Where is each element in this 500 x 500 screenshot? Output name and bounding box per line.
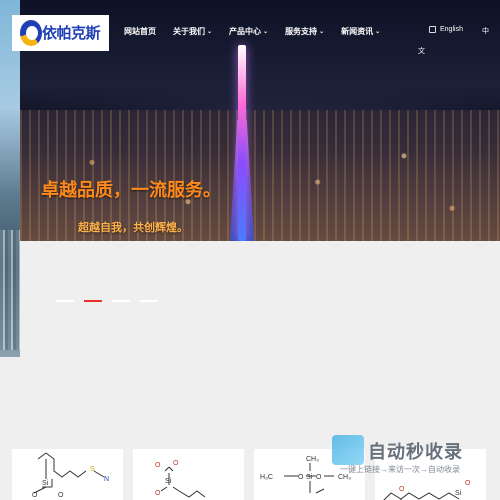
language-english[interactable]: English [429, 26, 463, 33]
language-chinese-part2[interactable]: 文 [418, 46, 425, 56]
language-icon [429, 26, 436, 33]
nav-item-products[interactable]: 产品中心 ⌄ [229, 26, 268, 37]
svg-text:O: O [316, 474, 322, 481]
svg-text:H₃C: H₃C [260, 474, 273, 481]
nav-item-about[interactable]: 关于我们 ⌄ [173, 26, 212, 37]
svg-text:Si: Si [42, 480, 49, 487]
svg-text:O: O [465, 480, 471, 487]
svg-text:N: N [104, 476, 109, 483]
nav-item-label: 产品中心 [229, 27, 262, 36]
chemical-structure-image: O O Si O [155, 460, 206, 498]
logo-icon [20, 20, 42, 46]
svg-text:Si: Si [455, 490, 462, 497]
svg-text:O: O [58, 492, 64, 499]
svg-text:CH₃: CH₃ [306, 456, 319, 463]
slider-pagination [56, 300, 168, 302]
svg-text:Si: Si [306, 474, 313, 481]
nav-item-news[interactable]: 新闻资讯 ⌄ [341, 26, 380, 37]
product-card[interactable]: Si O O S N [12, 449, 123, 500]
nav-item-label: 网站首页 [124, 27, 156, 36]
tv-tower [238, 45, 246, 241]
svg-text:O: O [173, 460, 179, 467]
svg-text:O: O [32, 492, 38, 499]
nav-item-home[interactable]: 网站首页 [124, 26, 156, 37]
svg-text:O: O [155, 462, 161, 469]
slider-dot[interactable] [140, 300, 158, 302]
chevron-down-icon: ⌄ [319, 29, 325, 35]
side-background-image [0, 0, 20, 357]
language-english-label: English [440, 26, 463, 33]
svg-text:O: O [399, 486, 405, 493]
watermark-subtitle: 一键上链接→来访一次→自动收录 [340, 465, 460, 474]
hero-sub-slogan: 超越自我，共创辉煌。 [78, 222, 188, 234]
nav-item-label: 服务支持 [285, 27, 318, 36]
main-nav: 网站首页 关于我们 ⌄ 产品中心 ⌄ 服务支持 ⌄ 新闻资讯 ⌄ [124, 26, 397, 37]
watermark-logo-icon [332, 435, 364, 465]
product-card[interactable]: O O Si O [133, 449, 244, 500]
chevron-down-icon: ⌄ [375, 29, 381, 35]
nav-item-label: 关于我们 [173, 27, 205, 36]
nav-item-label: 新闻资讯 [341, 27, 374, 36]
chevron-down-icon: ⌄ [263, 29, 269, 35]
language-chinese-part1[interactable]: 中 [482, 26, 489, 36]
chevron-down-icon: ⌄ [207, 29, 213, 35]
slider-dot-active[interactable] [84, 300, 102, 302]
slider-dot[interactable] [112, 300, 130, 302]
watermark-overlay: 自动秒收录 一键上链接→来访一次→自动收录 [332, 432, 482, 478]
svg-text:S: S [90, 466, 95, 473]
chemical-structure-image: Si O O S N [32, 452, 109, 499]
svg-text:O: O [298, 474, 304, 481]
watermark-title: 自动秒收录 [368, 442, 463, 462]
logo-text: 依帕克斯 [42, 25, 101, 42]
hero-slogan: 卓越品质，一流服务。 [41, 180, 221, 200]
slider-dot[interactable] [56, 300, 74, 302]
nav-item-support[interactable]: 服务支持 ⌄ [285, 26, 324, 37]
svg-text:Si: Si [165, 478, 172, 485]
svg-text:O: O [155, 490, 161, 497]
